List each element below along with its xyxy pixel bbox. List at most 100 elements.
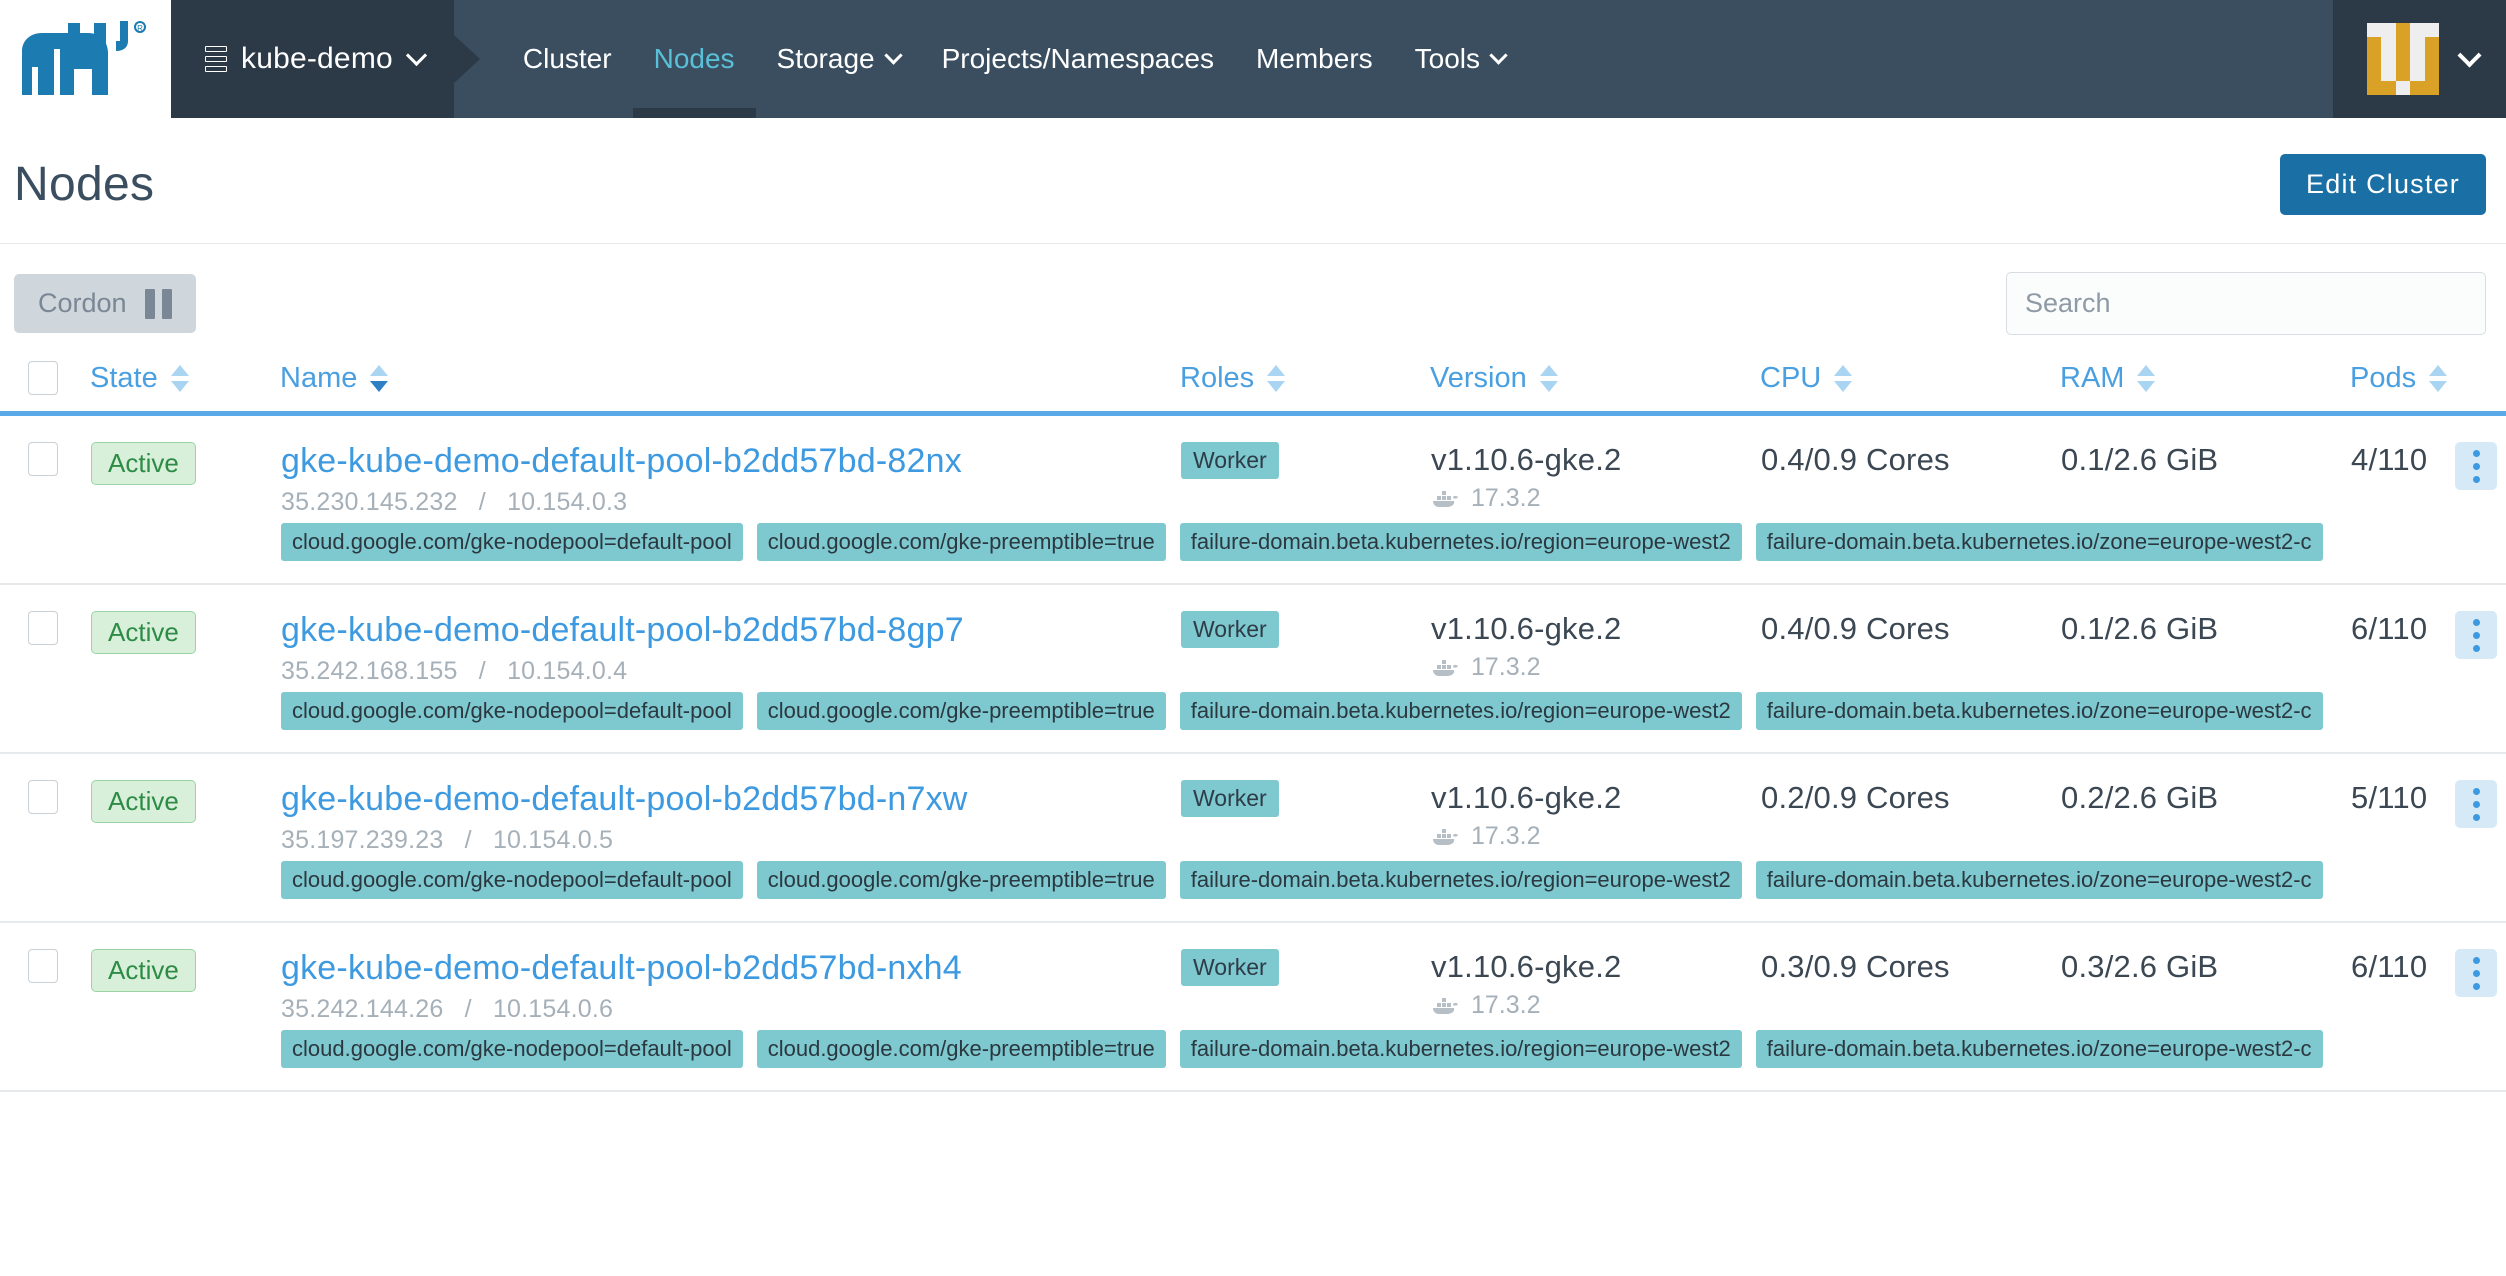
row-actions-menu-button[interactable] xyxy=(2455,949,2498,998)
docker-version-row: 17.3.2 xyxy=(1431,653,1759,682)
node-label-chip: cloud.google.com/gke-nodepool=default-po… xyxy=(281,861,743,900)
ram-usage-value: 0.3/2.6 GiB xyxy=(2061,949,2219,985)
nav-item-storage[interactable]: Storage xyxy=(756,0,921,118)
node-labels-cell: cloud.google.com/gke-nodepool=default-po… xyxy=(280,518,2506,586)
node-external-ip: 35.242.168.155 xyxy=(281,657,458,686)
row-select-cell xyxy=(0,584,90,687)
rancher-cow-logo-icon: R xyxy=(21,21,146,95)
sort-icon-state xyxy=(170,364,189,392)
cordon-button-label: Cordon xyxy=(38,288,127,318)
column-header-state[interactable]: State xyxy=(90,355,280,414)
docker-icon xyxy=(1431,827,1459,847)
cluster-selector[interactable]: kube-demo xyxy=(171,0,454,118)
node-internal-ip: 10.154.0.3 xyxy=(507,488,628,517)
nav-item-nodes-label: Nodes xyxy=(653,43,735,74)
user-menu[interactable] xyxy=(2333,0,2506,118)
ip-separator: / xyxy=(478,488,486,517)
role-badge: Worker xyxy=(1181,949,1279,987)
cpu-usage-value: 0.4/0.9 Cores xyxy=(1761,442,1950,478)
nav-item-members[interactable]: Members xyxy=(1235,0,1394,118)
node-label-chip: cloud.google.com/gke-nodepool=default-po… xyxy=(281,692,743,731)
pause-icon xyxy=(144,288,172,319)
nav-item-tools-label: Tools xyxy=(1414,43,1481,74)
rancher-logo[interactable]: R xyxy=(0,0,171,118)
docker-version-label: 17.3.2 xyxy=(1471,822,1541,851)
search-input[interactable] xyxy=(2006,272,2486,335)
row-checkbox[interactable] xyxy=(28,780,58,815)
nodes-table-header: State Name Roles Version CPU RAM Pods xyxy=(0,355,2506,414)
row-select-cell xyxy=(0,414,90,519)
row-checkbox[interactable] xyxy=(28,442,58,477)
nav-item-tools[interactable]: Tools xyxy=(1394,0,1526,118)
column-header-pods[interactable]: Pods xyxy=(2350,355,2506,414)
row-select-cell xyxy=(0,922,90,1025)
sort-icon-pods xyxy=(2429,364,2448,392)
column-header-version-label: Version xyxy=(1430,361,1527,394)
sort-icon-name xyxy=(370,364,389,392)
row-checkbox[interactable] xyxy=(28,611,58,646)
labels-spacer-left xyxy=(0,856,90,924)
page-header: Nodes Edit Cluster xyxy=(0,118,2506,244)
nodes-table: State Name Roles Version CPU RAM Pods Ac… xyxy=(0,355,2506,1093)
node-label-chip: cloud.google.com/gke-nodepool=default-po… xyxy=(281,523,743,562)
docker-version-row: 17.3.2 xyxy=(1431,991,1759,1020)
node-name-link[interactable]: gke-kube-demo-default-pool-b2dd57bd-nxh4 xyxy=(281,949,1179,988)
row-actions-menu-button[interactable] xyxy=(2455,611,2498,660)
table-row[interactable]: Active gke-kube-demo-default-pool-b2dd57… xyxy=(0,922,2506,1025)
avatar xyxy=(2367,23,2439,95)
row-actions-menu-button[interactable] xyxy=(2455,442,2498,491)
column-header-state-label: State xyxy=(90,361,158,394)
labels-spacer-state xyxy=(90,856,280,924)
select-all-header xyxy=(0,355,90,414)
cpu-usage-value: 0.4/0.9 Cores xyxy=(1761,611,1950,647)
edit-cluster-button[interactable]: Edit Cluster xyxy=(2280,154,2486,215)
labels-spacer-state xyxy=(90,518,280,586)
docker-version-row: 17.3.2 xyxy=(1431,822,1759,851)
node-label-chip: cloud.google.com/gke-preemptible=true xyxy=(756,523,1166,562)
node-ip-addresses: 35.230.145.232 / 10.154.0.3 xyxy=(281,488,1179,517)
node-name-link[interactable]: gke-kube-demo-default-pool-b2dd57bd-82nx xyxy=(281,442,1179,481)
docker-version-label: 17.3.2 xyxy=(1471,653,1541,682)
status-badge: Active xyxy=(91,780,196,824)
column-header-cpu-label: CPU xyxy=(1760,361,1822,394)
node-label-chip: failure-domain.beta.kubernetes.io/region… xyxy=(1179,692,1742,731)
cordon-button[interactable]: Cordon xyxy=(14,274,196,333)
node-label-chip: cloud.google.com/gke-preemptible=true xyxy=(756,1030,1166,1069)
row-state-cell: Active xyxy=(90,922,280,1025)
labels-spacer-state xyxy=(90,687,280,755)
nav-item-projects-namespaces[interactable]: Projects/Namespaces xyxy=(921,0,1235,118)
node-name-link[interactable]: gke-kube-demo-default-pool-b2dd57bd-8gp7 xyxy=(281,611,1179,650)
page-title: Nodes xyxy=(14,158,155,211)
select-all-checkbox[interactable] xyxy=(28,361,58,396)
row-checkbox[interactable] xyxy=(28,949,58,984)
row-roles-cell: Worker xyxy=(1180,414,1430,519)
status-badge: Active xyxy=(91,611,196,655)
column-header-roles[interactable]: Roles xyxy=(1180,355,1430,414)
nav-item-nodes[interactable]: Nodes xyxy=(632,0,756,118)
column-header-cpu[interactable]: CPU xyxy=(1760,355,2060,414)
column-header-version[interactable]: Version xyxy=(1430,355,1760,414)
row-cpu-cell: 0.4/0.9 Cores xyxy=(1760,584,2060,687)
nav-item-cluster[interactable]: Cluster xyxy=(502,0,633,118)
table-row[interactable]: Active gke-kube-demo-default-pool-b2dd57… xyxy=(0,584,2506,687)
sort-icon-roles xyxy=(1267,364,1286,392)
row-roles-cell: Worker xyxy=(1180,753,1430,856)
role-badge: Worker xyxy=(1181,780,1279,818)
ip-separator: / xyxy=(464,995,472,1024)
node-label-chip: failure-domain.beta.kubernetes.io/zone=e… xyxy=(1755,523,2323,562)
nav-items: Cluster Nodes Storage Projects/Namespace… xyxy=(454,0,1526,118)
node-ip-addresses: 35.197.239.23 / 10.154.0.5 xyxy=(281,826,1179,855)
ram-usage-value: 0.1/2.6 GiB xyxy=(2061,442,2219,478)
row-actions-menu-button[interactable] xyxy=(2455,780,2498,829)
nav-item-cluster-label: Cluster xyxy=(522,43,612,74)
table-row[interactable]: Active gke-kube-demo-default-pool-b2dd57… xyxy=(0,753,2506,856)
row-ram-cell: 0.2/2.6 GiB xyxy=(2060,753,2350,856)
node-label-chips: cloud.google.com/gke-nodepool=default-po… xyxy=(281,688,2505,731)
table-row[interactable]: Active gke-kube-demo-default-pool-b2dd57… xyxy=(0,414,2506,519)
node-label-chip: cloud.google.com/gke-preemptible=true xyxy=(756,692,1166,731)
column-header-ram[interactable]: RAM xyxy=(2060,355,2350,414)
ram-usage-value: 0.1/2.6 GiB xyxy=(2061,611,2219,647)
column-header-name[interactable]: Name xyxy=(280,355,1180,414)
chevron-down-icon xyxy=(1489,46,1508,65)
node-name-link[interactable]: gke-kube-demo-default-pool-b2dd57bd-n7xw xyxy=(281,780,1179,819)
